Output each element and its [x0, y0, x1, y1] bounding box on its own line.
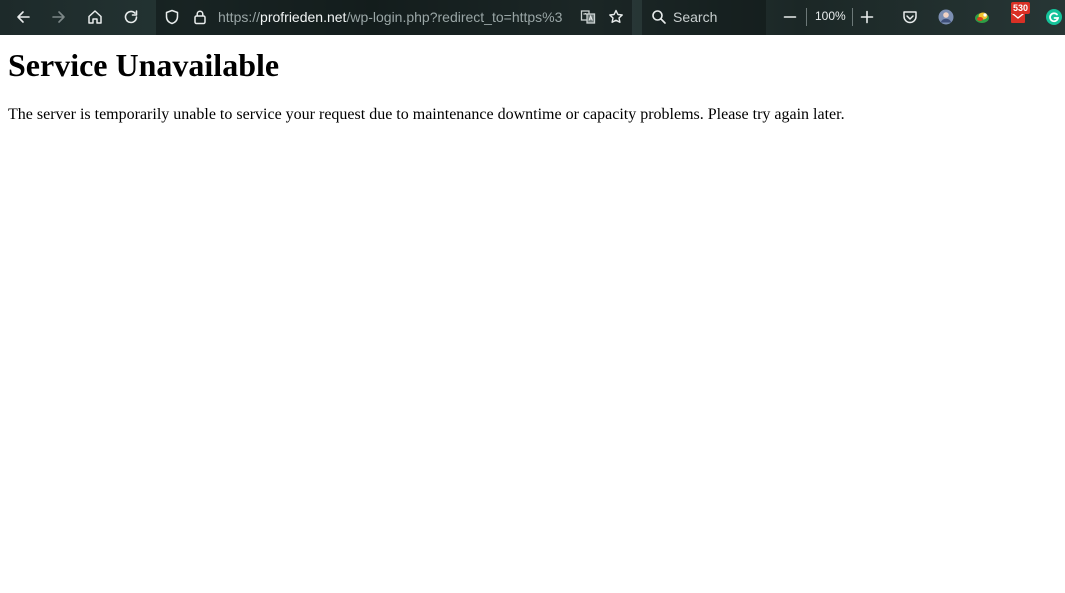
- star-icon[interactable]: [602, 3, 630, 31]
- lock-icon[interactable]: [186, 3, 214, 31]
- translate-icon[interactable]: [574, 3, 602, 31]
- search-placeholder: Search: [673, 9, 718, 25]
- pocket-icon[interactable]: [896, 3, 924, 31]
- browser-toolbar: https://profrieden.net/wp-login.php?redi…: [0, 0, 1065, 35]
- url-scheme: https://: [218, 9, 261, 25]
- shield-icon[interactable]: [158, 3, 186, 31]
- search-icon: [645, 3, 673, 31]
- zoom-level[interactable]: 100%: [815, 9, 846, 23]
- back-arrow-icon[interactable]: [9, 3, 37, 31]
- url-text[interactable]: https://profrieden.net/wp-login.php?redi…: [218, 9, 568, 25]
- mail-badge: 530: [1011, 2, 1031, 14]
- url-bar[interactable]: https://profrieden.net/wp-login.php?redi…: [156, 0, 632, 35]
- avatar-extension-icon[interactable]: [932, 3, 960, 31]
- error-message: The server is temporarily unable to serv…: [8, 106, 845, 123]
- home-icon[interactable]: [81, 3, 109, 31]
- zoom-separator-left: [806, 8, 807, 26]
- page-content: Service Unavailable The server is tempor…: [8, 35, 1057, 124]
- zoom-in-icon[interactable]: [853, 3, 881, 31]
- url-path: /wp-login.php?redirect_to=https%3: [346, 9, 563, 25]
- url-host: profrieden.net: [260, 9, 347, 25]
- grammarly-icon[interactable]: [1040, 3, 1065, 31]
- zoom-out-icon[interactable]: [776, 3, 804, 31]
- color-extension-icon[interactable]: [968, 3, 996, 31]
- page-title: Service Unavailable: [8, 47, 280, 83]
- forward-arrow-icon[interactable]: [45, 3, 73, 31]
- reload-icon[interactable]: [117, 3, 145, 31]
- search-box[interactable]: Search: [642, 0, 766, 35]
